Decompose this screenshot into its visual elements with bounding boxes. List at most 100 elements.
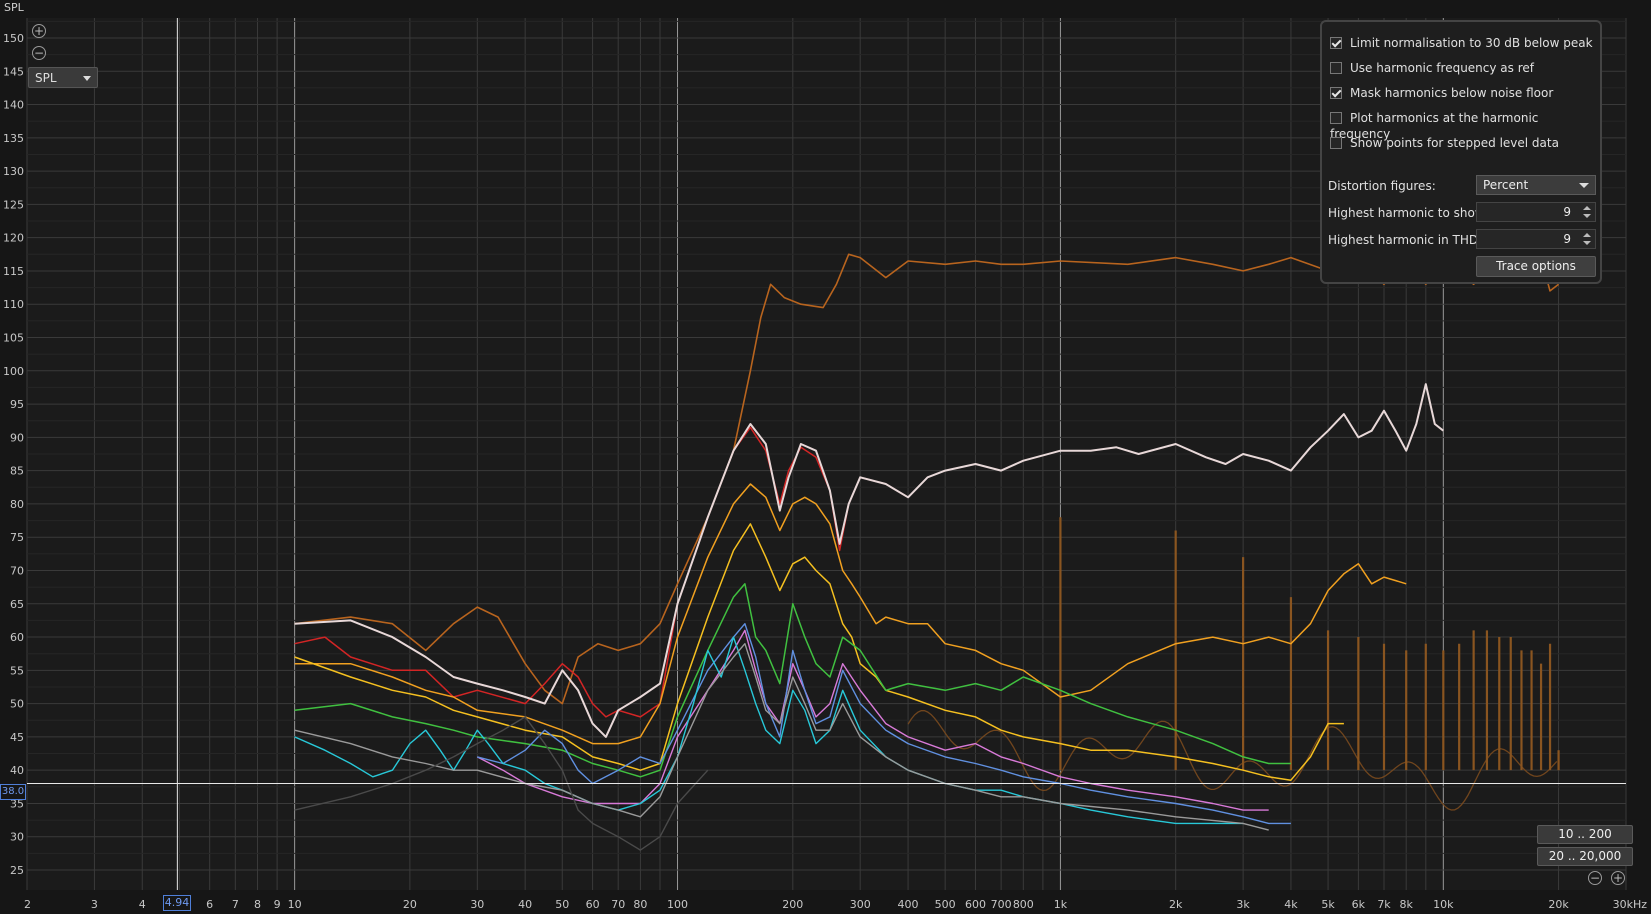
trace-options-button[interactable]: Trace options — [1476, 256, 1596, 277]
x-tick-label: 2 — [24, 898, 31, 911]
y-tick-label: 30 — [10, 831, 24, 844]
spin-down-icon[interactable] — [1583, 214, 1591, 218]
spl-dropdown-value: SPL — [35, 71, 57, 85]
y-tick-label: 145 — [3, 65, 24, 78]
y-tick-label: 130 — [3, 165, 24, 178]
checkbox-label: Mask harmonics below noise floor — [1350, 86, 1554, 100]
checkbox-icon — [1330, 37, 1342, 49]
checkbox-label: Show points for stepped level data — [1350, 136, 1559, 150]
highest-thd-spinner[interactable]: 9 — [1476, 229, 1596, 249]
y-tick-label: 50 — [10, 698, 24, 711]
y-tick-label: 110 — [3, 298, 24, 311]
checkbox-harmonic-ref[interactable]: Use harmonic frequency as ref — [1330, 60, 1534, 76]
x-tick-label: 3 — [91, 898, 98, 911]
checkbox-icon — [1330, 62, 1342, 74]
x-tick-label: 1k — [1054, 898, 1068, 911]
y-tick-label: 120 — [3, 232, 24, 245]
zoom-out-icon[interactable]: − — [1588, 871, 1602, 885]
x-tick-label: 700 — [991, 898, 1012, 911]
y-tick-label: 105 — [3, 332, 24, 345]
x-tick-label: 10k — [1433, 898, 1454, 911]
x-tick-label: 7k — [1377, 898, 1391, 911]
x-tick-label: 100 — [667, 898, 688, 911]
checkbox-show-points[interactable]: Show points for stepped level data — [1330, 135, 1559, 151]
x-tick-label: 8 — [254, 898, 261, 911]
y-tick-label: 95 — [10, 398, 24, 411]
x-tick-label: 60 — [586, 898, 600, 911]
y-tick-label: 115 — [3, 265, 24, 278]
x-tick-label: 4 — [139, 898, 146, 911]
spin-up-icon[interactable] — [1583, 233, 1591, 237]
checkbox-plot-harmonics[interactable]: Plot harmonics at the harmonic frequency — [1330, 110, 1600, 141]
spin-down-icon[interactable] — [1583, 241, 1591, 245]
range-10-200-button[interactable]: 10 .. 200 — [1537, 825, 1633, 844]
highest-thd-label: Highest harmonic in THD: — [1328, 233, 1483, 247]
distortion-options-panel: Limit normalisation to 30 dB below peak … — [1320, 20, 1602, 284]
x-tick-label: 70 — [611, 898, 625, 911]
x-tick-label: 6k — [1352, 898, 1366, 911]
x-tick-label: 7 — [232, 898, 239, 911]
zoom-in-icon[interactable]: + — [1611, 871, 1625, 885]
checkbox-mask-harmonics[interactable]: Mask harmonics below noise floor — [1330, 85, 1553, 101]
y-tick-label: 55 — [10, 664, 24, 677]
y-tick-label: 45 — [10, 731, 24, 744]
checkbox-icon — [1330, 137, 1342, 149]
x-tick-label: 300 — [850, 898, 871, 911]
x-tick-label: 800 — [1013, 898, 1034, 911]
y-tick-label: 140 — [3, 99, 24, 112]
y-tick-label: 70 — [10, 564, 24, 577]
y-axis-title: SPL — [4, 1, 24, 14]
distortion-figures-dropdown[interactable]: Percent — [1476, 175, 1596, 195]
zoom-out-icon[interactable]: − — [32, 46, 46, 60]
x-tick-label: 80 — [633, 898, 647, 911]
range-20-20000-button[interactable]: 20 .. 20,000 — [1537, 847, 1633, 866]
highest-show-label: Highest harmonic to show: — [1328, 206, 1489, 220]
cursor-x-readout: 4.94 — [163, 895, 191, 911]
x-tick-label: 40 — [518, 898, 532, 911]
x-tick-label: 50 — [555, 898, 569, 911]
chevron-down-icon — [1579, 183, 1589, 188]
y-tick-label: 75 — [10, 531, 24, 544]
y-tick-label: 65 — [10, 598, 24, 611]
checkbox-icon — [1330, 87, 1342, 99]
checkbox-label: Use harmonic frequency as ref — [1350, 61, 1534, 75]
y-tick-label: 100 — [3, 365, 24, 378]
checkbox-label: Limit normalisation to 30 dB below peak — [1350, 36, 1593, 50]
x-tick-label: 20 — [403, 898, 417, 911]
x-tick-label: 4k — [1284, 898, 1298, 911]
x-tick-label: 5k — [1321, 898, 1335, 911]
x-tick-label: 30kHz — [1613, 898, 1648, 911]
x-tick-label: 200 — [782, 898, 803, 911]
x-tick-label: 9 — [274, 898, 281, 911]
highest-show-value: 9 — [1563, 205, 1571, 219]
y-tick-label: 125 — [3, 198, 24, 211]
y-tick-label: 85 — [10, 465, 24, 478]
y-tick-label: 135 — [3, 132, 24, 145]
x-tick-label: 8k — [1400, 898, 1414, 911]
zoom-in-icon[interactable]: + — [32, 24, 46, 38]
x-tick-label: 30 — [470, 898, 484, 911]
distortion-figures-label: Distortion figures: — [1328, 179, 1436, 193]
x-tick-label: 20k — [1548, 898, 1569, 911]
distortion-figures-value: Percent — [1483, 178, 1529, 192]
x-tick-label: 3k — [1236, 898, 1250, 911]
x-tick-label: 10 — [288, 898, 302, 911]
y-tick-label: 90 — [10, 431, 24, 444]
y-tick-label: 40 — [10, 764, 24, 777]
y-tick-label: 25 — [10, 864, 24, 877]
checkbox-limit-normalisation[interactable]: Limit normalisation to 30 dB below peak — [1330, 35, 1593, 51]
spin-up-icon[interactable] — [1583, 206, 1591, 210]
y-tick-label: 80 — [10, 498, 24, 511]
highest-thd-value: 9 — [1563, 232, 1571, 246]
x-tick-label: 400 — [898, 898, 919, 911]
spl-dropdown[interactable]: SPL — [28, 67, 98, 88]
x-tick-label: 600 — [965, 898, 986, 911]
checkbox-icon — [1330, 112, 1342, 124]
x-tick-label: 500 — [935, 898, 956, 911]
cursor-y-readout: 38.0 — [0, 784, 26, 800]
y-tick-label: 150 — [3, 32, 24, 45]
y-tick-label: 60 — [10, 631, 24, 644]
x-tick-label: 2k — [1169, 898, 1183, 911]
highest-show-spinner[interactable]: 9 — [1476, 202, 1596, 222]
chevron-down-icon — [83, 76, 91, 81]
